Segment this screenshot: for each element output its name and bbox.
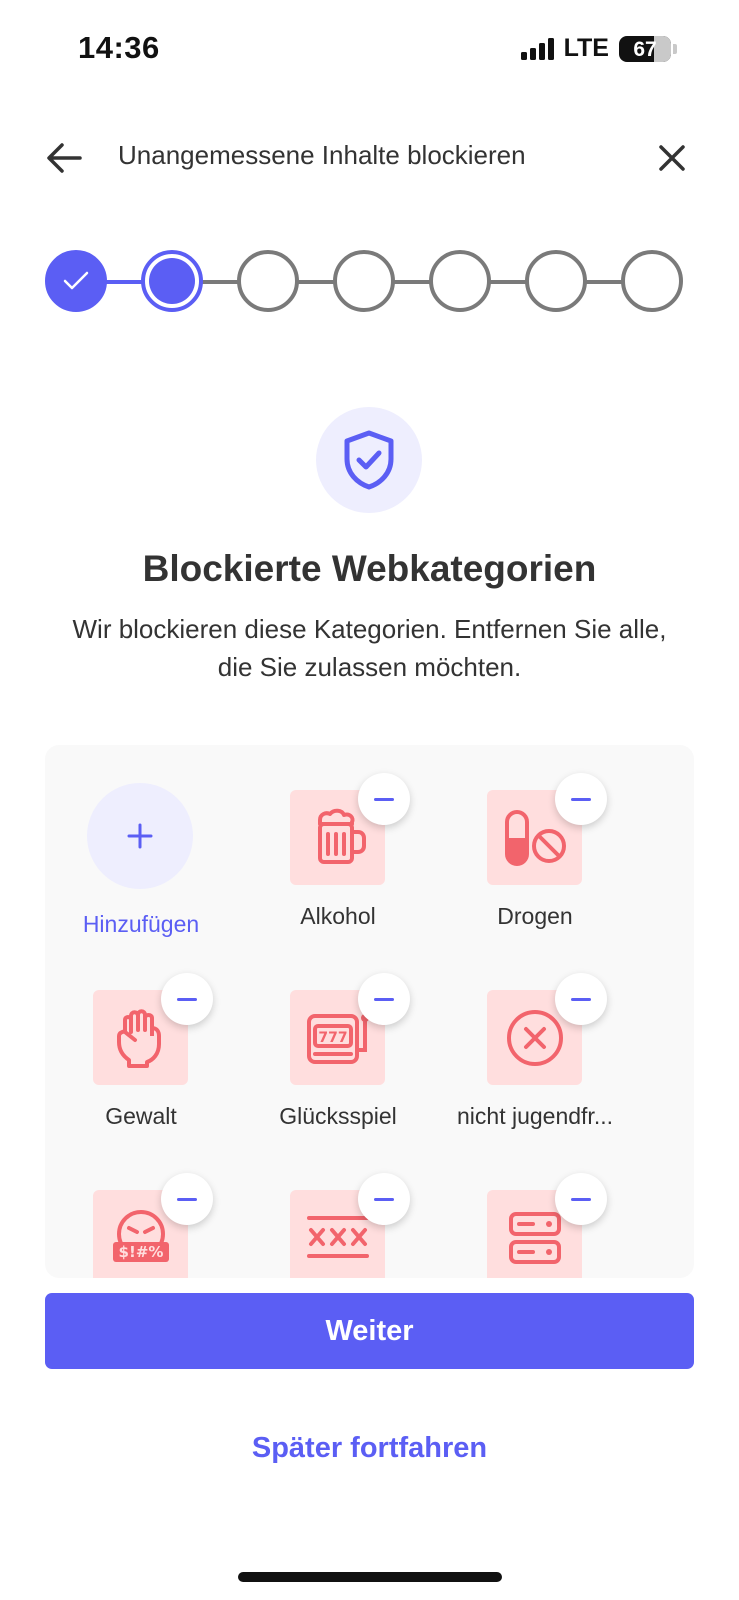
section-title: Blockierte Webkategorien [142,548,597,589]
category-grid: Hinzufügen Alkohol Drogen Gewalt 777 Glü… [45,745,694,1278]
category-label: Drogen [497,903,573,929]
step-5 [429,250,491,312]
category-item-drogen: Drogen [435,745,635,935]
step-connector [104,280,142,284]
step-connector [584,280,622,284]
step-3 [237,250,299,312]
category-item [238,1135,438,1278]
beer-mug-icon [317,808,366,864]
continue-button[interactable]: Weiter [45,1293,694,1369]
remove-category-button[interactable] [555,973,607,1025]
remove-category-button[interactable] [161,1173,213,1225]
arrow-left-icon [47,143,82,173]
add-circle [87,783,193,889]
close-button[interactable] [648,136,696,180]
minus-icon [374,797,394,801]
remove-category-button[interactable] [161,973,213,1025]
status-indicators: LTE 67 [520,34,677,63]
shield-check-icon [344,430,394,490]
minus-icon [374,997,394,1001]
check-icon [63,271,89,290]
status-time: 14:36 [78,30,160,65]
remove-category-button[interactable] [555,773,607,825]
minus-icon [571,997,591,1001]
step-1-completed [45,250,107,312]
home-indicator [238,1572,502,1582]
category-item-gewalt: Gewalt [45,935,241,1135]
status-bar: 14:36 LTE 67 [0,0,739,100]
remove-category-button[interactable] [358,1173,410,1225]
category-item-alkohol: Alkohol [238,745,438,935]
minus-icon [177,1197,197,1201]
fist-icon [116,1008,161,1068]
continue-later-link[interactable]: Später fortfahren [0,1432,739,1465]
signal-icon [520,37,554,60]
step-connector [200,280,238,284]
step-connector [296,280,334,284]
battery-cap [673,43,677,54]
page-title: Unangemessene Inhalte blockieren [118,140,526,170]
x-circle-icon [506,1009,563,1066]
section-subtitle: Wir blockieren diese Kategorien. Entfern… [72,614,667,682]
step-2-current [141,250,203,312]
header: Unangemessene Inhalte blockieren [0,118,739,198]
remove-category-button[interactable] [358,773,410,825]
step-6 [525,250,587,312]
step-connector [488,280,526,284]
plus-icon [127,823,153,849]
minus-icon [177,997,197,1001]
back-button[interactable] [40,136,88,180]
battery-level: 67 [633,37,657,61]
step-connector [392,280,430,284]
xxx-icon [306,1215,369,1258]
add-category-button[interactable]: Hinzufügen [45,745,241,937]
category-item: $!#% [45,1135,241,1278]
shield-badge [316,407,422,513]
minus-icon [571,1197,591,1201]
server-icon [508,1211,561,1264]
category-label: Gewalt [105,1103,177,1129]
close-icon [659,145,685,171]
step-4 [333,250,395,312]
category-item-gluecksspiel: 777 Glücksspiel [238,935,438,1135]
step-7 [621,250,683,312]
add-category-label: Hinzufügen [82,911,200,937]
minus-icon [374,1197,394,1201]
battery-icon: 67 [619,35,671,62]
svg-text:777: 777 [318,1030,347,1046]
svg-text:$!#%: $!#% [118,1243,163,1261]
category-label: nicht jugendfr... [457,1103,613,1129]
pill-forbidden-icon [504,809,566,866]
category-item [435,1135,635,1278]
network-type: LTE [563,34,609,62]
remove-category-button[interactable] [555,1173,607,1225]
category-item-nicht-jugendfrei: nicht jugendfr... [435,935,635,1135]
minus-icon [571,797,591,801]
progress-stepper [0,250,739,314]
angry-face-icon: $!#% [112,1209,169,1262]
remove-category-button[interactable] [358,973,410,1025]
slot-machine-icon: 777 [306,1013,369,1064]
category-label: Alkohol [300,903,376,929]
category-label: Glücksspiel [279,1103,397,1129]
